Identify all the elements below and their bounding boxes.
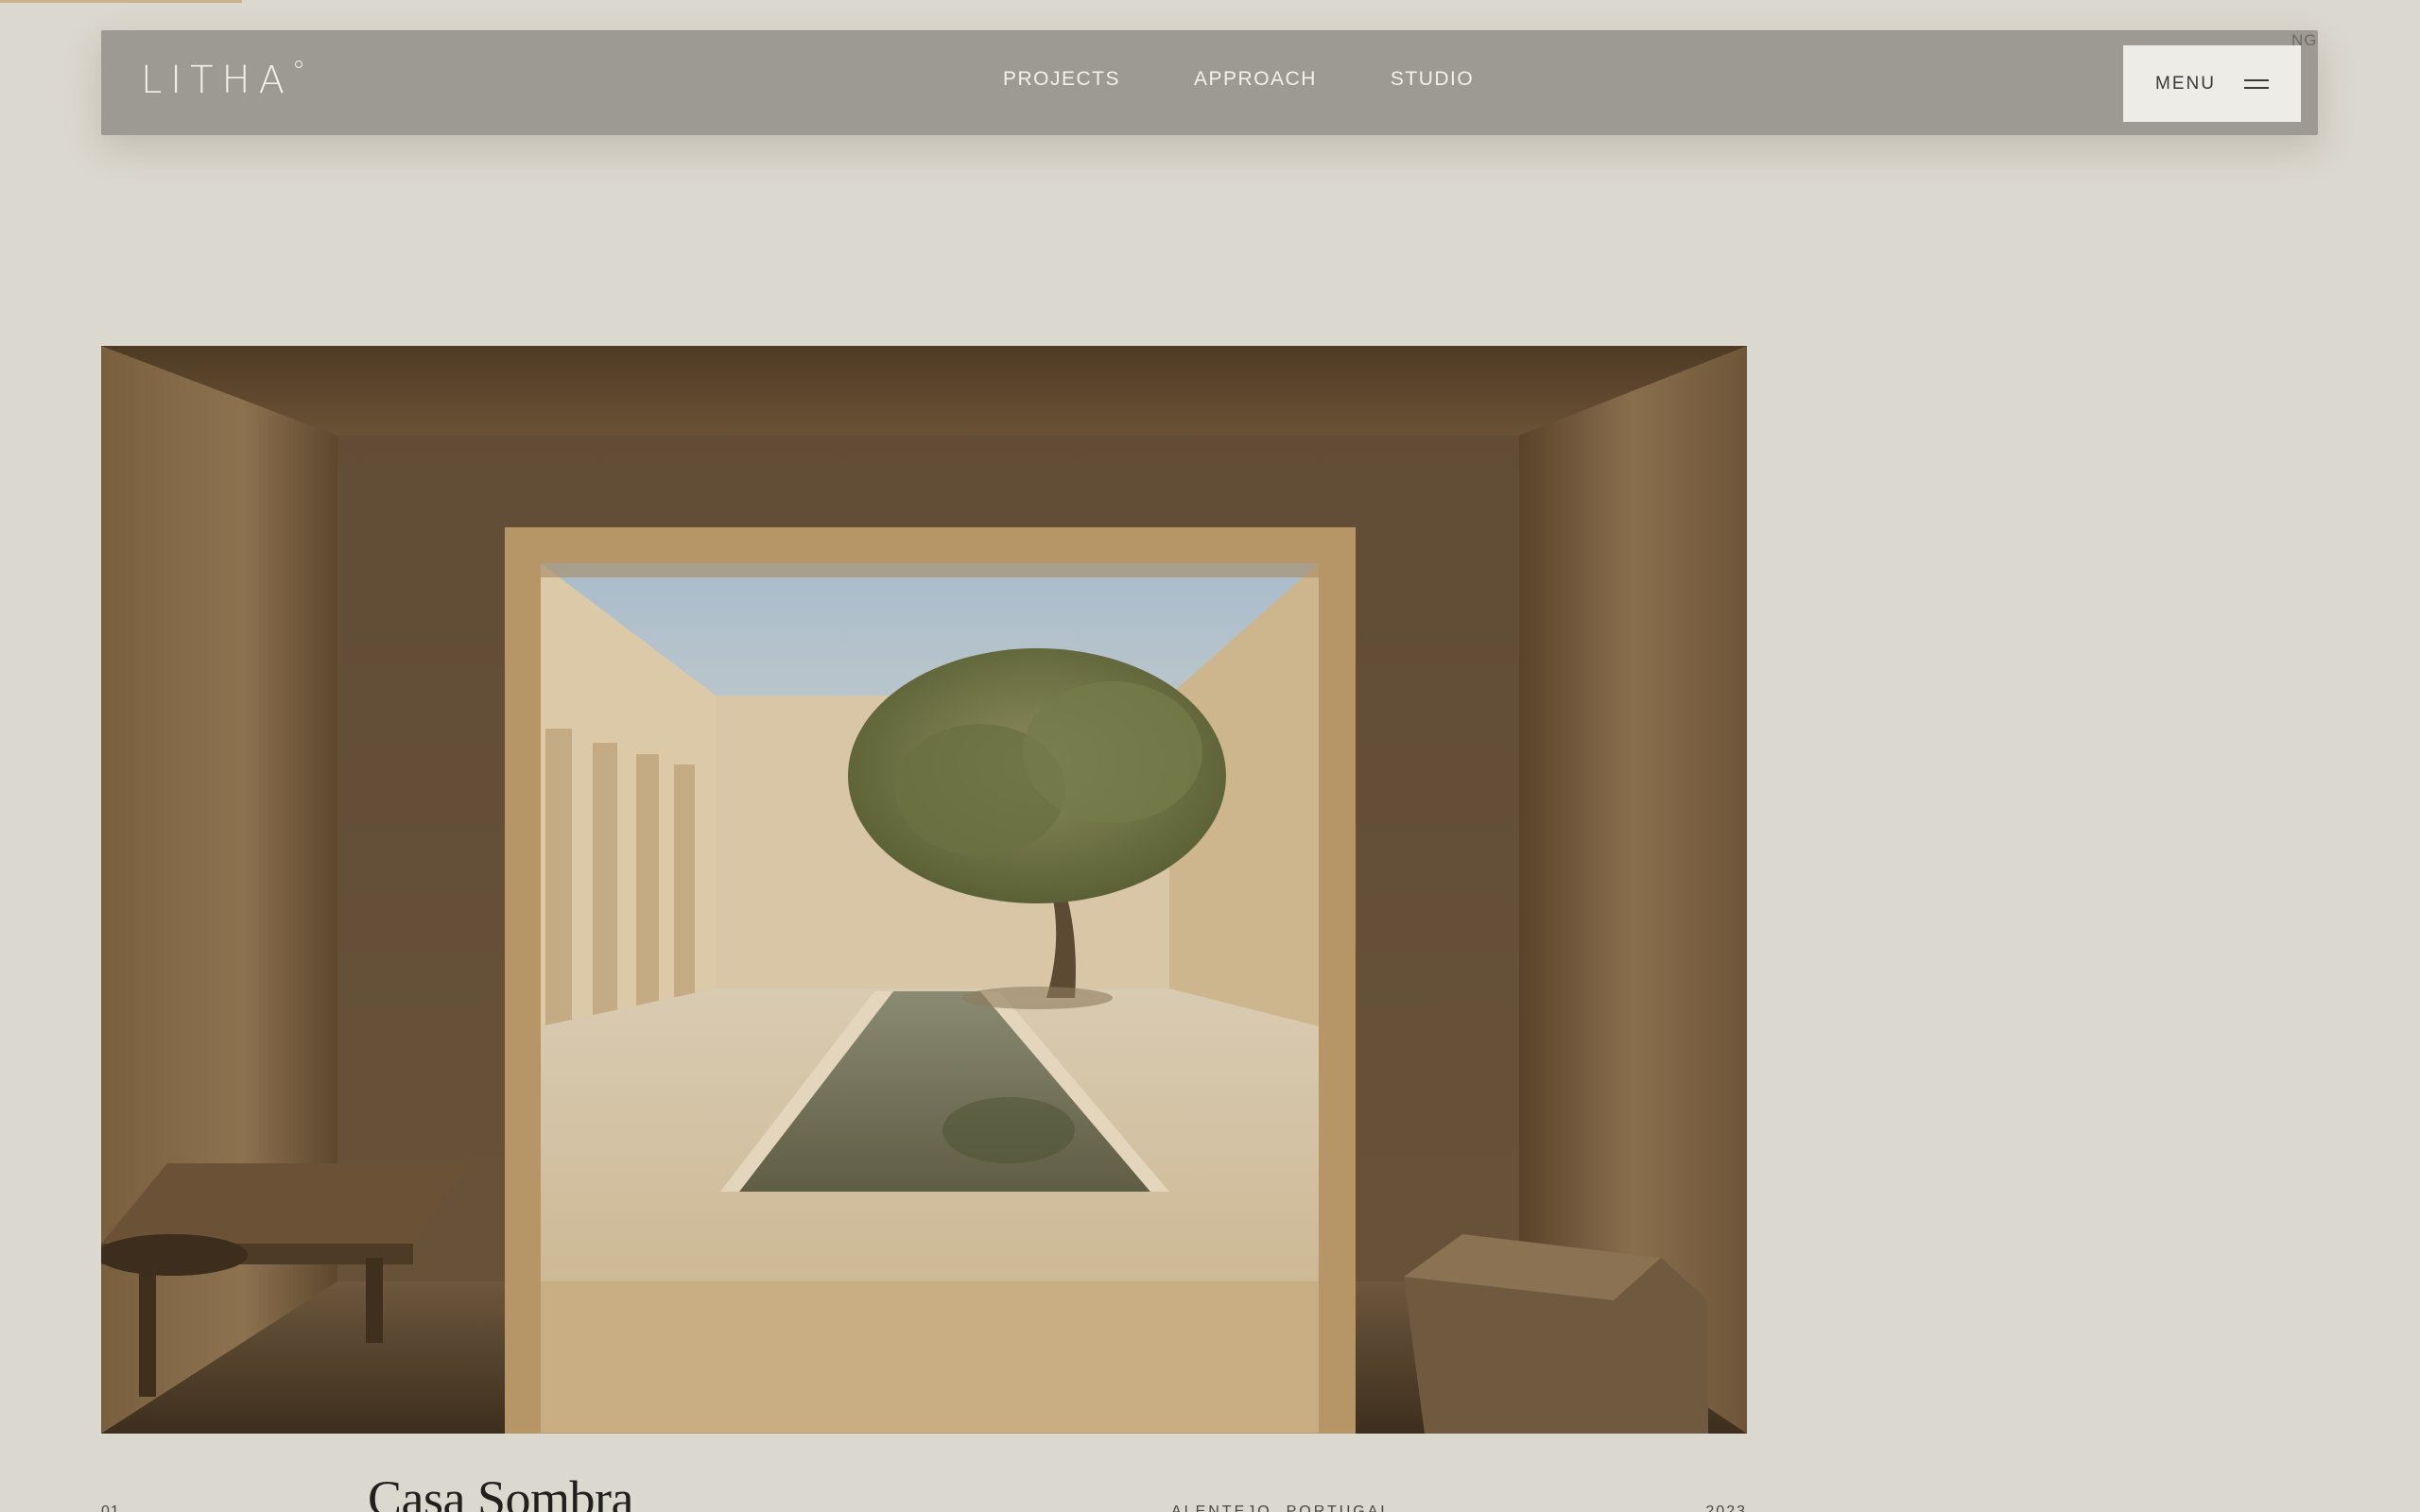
menu-button[interactable]: MENU: [2123, 45, 2301, 122]
scroll-progress-fill: [0, 0, 242, 3]
logo-degree-mark: [295, 60, 302, 68]
project-meta: 01 Casa Sombra ALENTEJO, PORTUGAL 2023: [101, 1469, 1747, 1512]
nav-item-approach[interactable]: APPROACH: [1194, 68, 1317, 91]
project-image[interactable]: [101, 346, 1747, 1434]
scroll-progress-bar: [0, 0, 2420, 3]
main-nav: PROJECTS APPROACH STUDIO: [1003, 68, 1474, 91]
site-header: LITHA PROJECTS APPROACH STUDIO MENU: [101, 30, 2318, 135]
project-title[interactable]: Casa Sombra: [368, 1469, 633, 1512]
project-index: 01: [101, 1503, 120, 1512]
courtyard-illustration: [101, 346, 1747, 1434]
hamburger-icon: [2243, 78, 2269, 90]
site-logo[interactable]: LITHA: [141, 59, 293, 102]
corner-label: NG: [2291, 31, 2318, 49]
nav-item-studio[interactable]: STUDIO: [1391, 68, 1474, 91]
project-location: ALENTEJO, PORTUGAL: [1171, 1503, 1392, 1512]
project-year: 2023: [1705, 1503, 1747, 1512]
menu-label: MENU: [2155, 73, 2216, 94]
nav-item-projects[interactable]: PROJECTS: [1003, 68, 1120, 91]
